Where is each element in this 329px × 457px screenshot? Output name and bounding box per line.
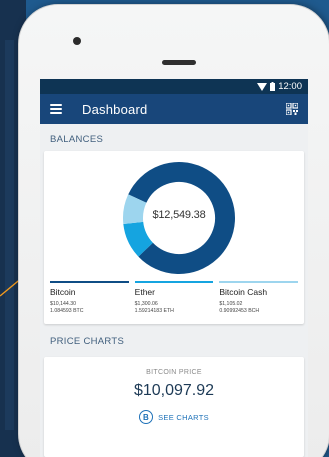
- coin-name: Ether: [134, 287, 155, 297]
- coin-usd: $10,144.30: [50, 301, 76, 307]
- bitcoin-price: $10,097.92: [133, 382, 215, 399]
- qr-code-icon[interactable]: [286, 103, 298, 115]
- price-charts-heading: PRICE CHARTS: [50, 336, 125, 347]
- coin-amount: 1.084593 BTC: [50, 308, 84, 314]
- camera: [73, 37, 81, 45]
- background-stripe: [5, 40, 14, 430]
- phone-screen: 12:00 Dashboard BALANCES $12,549.38 Bitc…: [40, 79, 308, 457]
- price-card[interactable]: BITCOIN PRICE $10,097.92 B SEE CHARTS: [44, 357, 304, 457]
- coin-bitcoin-cash: Bitcoin Cash $1,105.02 0.90992453 BCH: [219, 281, 299, 315]
- see-charts-button[interactable]: B SEE CHARTS: [139, 410, 209, 424]
- balances-card[interactable]: $12,549.38 Bitcoin $10,144.30 1.084593 B…: [44, 151, 304, 324]
- coin-usd: $1,105.02: [219, 301, 243, 307]
- balances-heading: BALANCES: [50, 134, 104, 145]
- coin-amount: 1.59214183 ETH: [134, 308, 174, 314]
- coin-name: Bitcoin Cash: [219, 287, 268, 297]
- menu-icon[interactable]: [50, 104, 62, 114]
- coin-ether: Ether $1,300.06 1.59214183 ETH: [134, 281, 214, 315]
- speaker-grille: [162, 60, 196, 65]
- wifi-icon: [257, 82, 268, 91]
- page-title: Dashboard: [82, 101, 148, 117]
- price-title: BITCOIN PRICE: [146, 369, 202, 376]
- bitcoin-icon: B: [139, 410, 154, 424]
- see-charts-label: SEE CHARTS: [158, 412, 209, 422]
- coin-breakdown: Bitcoin $10,144.30 1.084593 BTC Ether $1…: [50, 281, 299, 315]
- total-balance: $12,549.38: [152, 209, 206, 221]
- battery-icon: [270, 82, 276, 91]
- coin-name: Bitcoin: [50, 287, 76, 297]
- app-bar: Dashboard: [40, 94, 308, 124]
- coin-usd: $1,300.06: [134, 301, 158, 307]
- status-bar: 12:00: [40, 79, 308, 94]
- coin-amount: 0.90992453 BCH: [219, 308, 260, 314]
- coin-bitcoin: Bitcoin $10,144.30 1.084593 BTC: [50, 281, 129, 315]
- status-time: 12:00: [278, 81, 302, 92]
